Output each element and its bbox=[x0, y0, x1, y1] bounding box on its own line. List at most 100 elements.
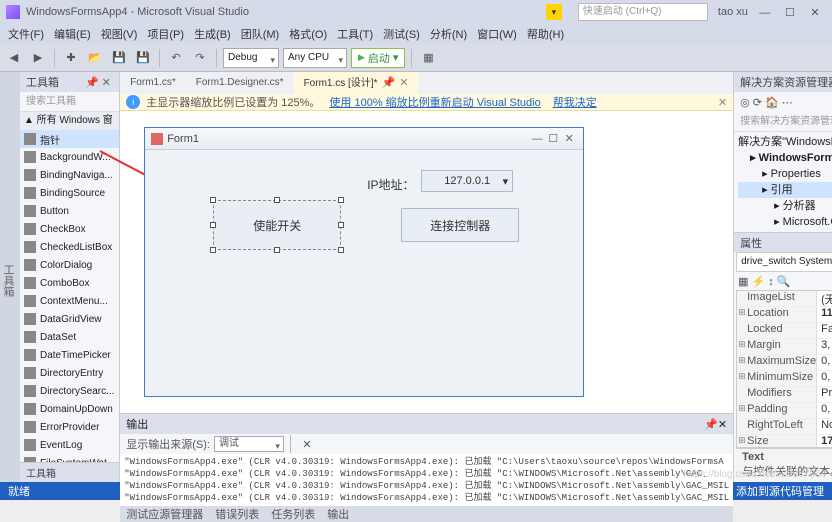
new-project-icon[interactable]: ✚ bbox=[61, 48, 81, 68]
drive-switch-control[interactable]: 使能开关 bbox=[213, 200, 341, 250]
menu-item[interactable]: 工具(T) bbox=[333, 26, 377, 42]
save-all-icon[interactable]: 💾 bbox=[133, 48, 153, 68]
toolbox-item[interactable]: DirectorySearc... bbox=[20, 382, 119, 400]
properties-grid[interactable]: ImageList(无)⊞Location118, 93LockedFalse⊞… bbox=[736, 290, 832, 448]
username[interactable]: tao xu bbox=[718, 6, 748, 18]
infobar-close-icon[interactable]: ✕ bbox=[718, 96, 727, 109]
toolbox-item[interactable]: ComboBox bbox=[20, 274, 119, 292]
maximize-button[interactable]: ☐ bbox=[779, 6, 801, 19]
toolbox-item[interactable]: BindingSource bbox=[20, 184, 119, 202]
output-pin-icon[interactable]: 📌 bbox=[704, 418, 718, 431]
property-row[interactable]: ⊞Location118, 93 bbox=[737, 307, 832, 323]
align-icon[interactable]: ▦ bbox=[418, 48, 438, 68]
nav-back-icon[interactable]: ◀ bbox=[4, 48, 24, 68]
infobar-help-link[interactable]: 帮我决定 bbox=[553, 94, 597, 110]
property-row[interactable]: ⊞Padding0, 0, 0, 0 bbox=[737, 403, 832, 419]
tab-close-icon[interactable]: ✕ bbox=[399, 77, 408, 89]
menu-item[interactable]: 帮助(H) bbox=[523, 26, 568, 42]
infobar-restart-link[interactable]: 使用 100% 缩放比例重新启动 Visual Studio bbox=[329, 94, 540, 110]
properties-object-combo[interactable]: drive_switch System.Windows.Forms.L bbox=[736, 252, 832, 272]
toolbox-item[interactable]: ColorDialog bbox=[20, 256, 119, 274]
toolbox-item[interactable]: DateTimePicker bbox=[20, 346, 119, 364]
document-tab[interactable]: Form1.cs [设计]*📌✕ bbox=[294, 72, 419, 94]
pin-icon[interactable]: 📌 bbox=[85, 76, 99, 89]
tree-node[interactable]: ▸ Microsoft.CSharp bbox=[738, 214, 832, 230]
menu-item[interactable]: 项目(P) bbox=[143, 26, 188, 42]
solution-search[interactable]: 搜索解决方案资源管理器(Ctrl+;) bbox=[734, 112, 832, 132]
platform-combo[interactable]: Any CPU bbox=[283, 48, 347, 68]
toolbox-item[interactable]: EventLog bbox=[20, 436, 119, 454]
form-designer[interactable]: Form1—☐✕ IP地址： 127.0.0.1▾ 连接控制器 使能开关 bbox=[120, 111, 733, 413]
output-text[interactable]: "WindowsFormsApp4.exe" (CLR v4.0.30319: … bbox=[120, 454, 733, 506]
document-tab[interactable]: Form1.Designer.cs* bbox=[186, 72, 294, 94]
tree-node[interactable]: ▸ Properties bbox=[738, 166, 832, 182]
property-row[interactable]: ModifiersPrivate bbox=[737, 387, 832, 403]
menu-item[interactable]: 窗口(W) bbox=[473, 26, 521, 42]
form-window[interactable]: Form1—☐✕ IP地址： 127.0.0.1▾ 连接控制器 使能开关 bbox=[144, 127, 584, 397]
solution-tree[interactable]: 解决方案"WindowsFormsApp4"(1▸ WindowsFormsAp… bbox=[734, 132, 832, 232]
toolbox-item[interactable]: 指针 bbox=[20, 130, 119, 148]
menu-item[interactable]: 编辑(E) bbox=[50, 26, 95, 42]
menu-item[interactable]: 生成(B) bbox=[190, 26, 235, 42]
toolbox-item[interactable]: BackgroundW... bbox=[20, 148, 119, 166]
toolbox-item[interactable]: DataSet bbox=[20, 328, 119, 346]
bottom-tab[interactable]: 输出 bbox=[327, 506, 349, 522]
config-combo[interactable]: Debug bbox=[223, 48, 279, 68]
toolbox-group[interactable]: ▲ 所有 Windows 窗体 bbox=[20, 112, 119, 130]
bottom-tab[interactable]: 测试应源管理器 bbox=[126, 506, 203, 522]
toolbox-search[interactable]: 搜索工具箱 bbox=[20, 92, 119, 112]
document-tab[interactable]: Form1.cs* bbox=[120, 72, 186, 94]
status-source-control[interactable]: ↑ 添加到源代码管理 bbox=[727, 483, 824, 499]
property-row[interactable]: ⊞MinimumSize0, 0 bbox=[737, 371, 832, 387]
open-icon[interactable]: 📂 bbox=[85, 48, 105, 68]
bottom-tab[interactable]: 错误列表 bbox=[215, 506, 259, 522]
property-row[interactable]: ImageList(无) bbox=[737, 291, 832, 307]
menu-item[interactable]: 分析(N) bbox=[426, 26, 471, 42]
property-row[interactable]: ⊞Margin3, 3, 3, 3 bbox=[737, 339, 832, 355]
output-source-combo[interactable]: 调试 bbox=[214, 436, 284, 452]
menu-item[interactable]: 文件(F) bbox=[4, 26, 48, 42]
tree-node[interactable]: 解决方案"WindowsFormsApp4"(1 bbox=[738, 134, 832, 150]
output-close-icon[interactable]: ✕ bbox=[718, 418, 727, 431]
close-button[interactable]: ✕ bbox=[804, 6, 826, 19]
bottom-tab[interactable]: 任务列表 bbox=[271, 506, 315, 522]
toolbox-footer[interactable]: 工具箱 bbox=[20, 462, 119, 482]
property-row[interactable]: ⊞Size172, 71 bbox=[737, 435, 832, 448]
toolbox-item[interactable]: DomainUpDown bbox=[20, 400, 119, 418]
tree-node[interactable]: ▸ WindowsFormsApp4 bbox=[738, 150, 832, 166]
tree-node[interactable]: ▸ 引用 bbox=[738, 182, 832, 198]
property-row[interactable]: LockedFalse bbox=[737, 323, 832, 339]
tree-node[interactable]: ▸ 分析器 bbox=[738, 198, 832, 214]
panel-close-icon[interactable]: ✕ bbox=[99, 76, 113, 89]
form-max-icon[interactable]: ☐ bbox=[545, 132, 561, 145]
toolbox-item[interactable]: Button bbox=[20, 202, 119, 220]
tab-pin-icon[interactable]: 📌 bbox=[381, 77, 395, 89]
save-icon[interactable]: 💾 bbox=[109, 48, 129, 68]
redo-icon[interactable]: ↷ bbox=[190, 48, 210, 68]
output-clear-icon[interactable]: ✕ bbox=[297, 434, 317, 454]
toolbox-item[interactable]: ContextMenu... bbox=[20, 292, 119, 310]
notification-icon[interactable]: ▾ bbox=[546, 4, 562, 20]
toolbox-item[interactable]: ErrorProvider bbox=[20, 418, 119, 436]
nav-fwd-icon[interactable]: ▶ bbox=[28, 48, 48, 68]
ip-combobox[interactable]: 127.0.0.1▾ bbox=[421, 170, 513, 192]
undo-icon[interactable]: ↶ bbox=[166, 48, 186, 68]
start-button[interactable]: 启动 ▾ bbox=[351, 48, 405, 68]
connect-button[interactable]: 连接控制器 bbox=[401, 208, 519, 242]
property-row[interactable]: ⊞MaximumSize0, 0 bbox=[737, 355, 832, 371]
toolbox-item[interactable]: CheckedListBox bbox=[20, 238, 119, 256]
toolbox-item[interactable]: DataGridView bbox=[20, 310, 119, 328]
toolbox-item[interactable]: DirectoryEntry bbox=[20, 364, 119, 382]
toolbox-item[interactable]: CheckBox bbox=[20, 220, 119, 238]
form-close-icon[interactable]: ✕ bbox=[561, 132, 577, 145]
toolbox-item[interactable]: BindingNaviga... bbox=[20, 166, 119, 184]
menu-item[interactable]: 团队(M) bbox=[237, 26, 284, 42]
menu-item[interactable]: 测试(S) bbox=[379, 26, 424, 42]
minimize-button[interactable]: — bbox=[754, 7, 776, 19]
toolbox-item[interactable]: FileSystemWat... bbox=[20, 454, 119, 462]
form-min-icon[interactable]: — bbox=[529, 133, 545, 145]
menu-item[interactable]: 视图(V) bbox=[97, 26, 142, 42]
rail-tab[interactable]: 工具箱 bbox=[0, 264, 16, 297]
property-row[interactable]: RightToLeftNo bbox=[737, 419, 832, 435]
quick-launch-input[interactable]: 快速启动 (Ctrl+Q) bbox=[578, 3, 708, 21]
